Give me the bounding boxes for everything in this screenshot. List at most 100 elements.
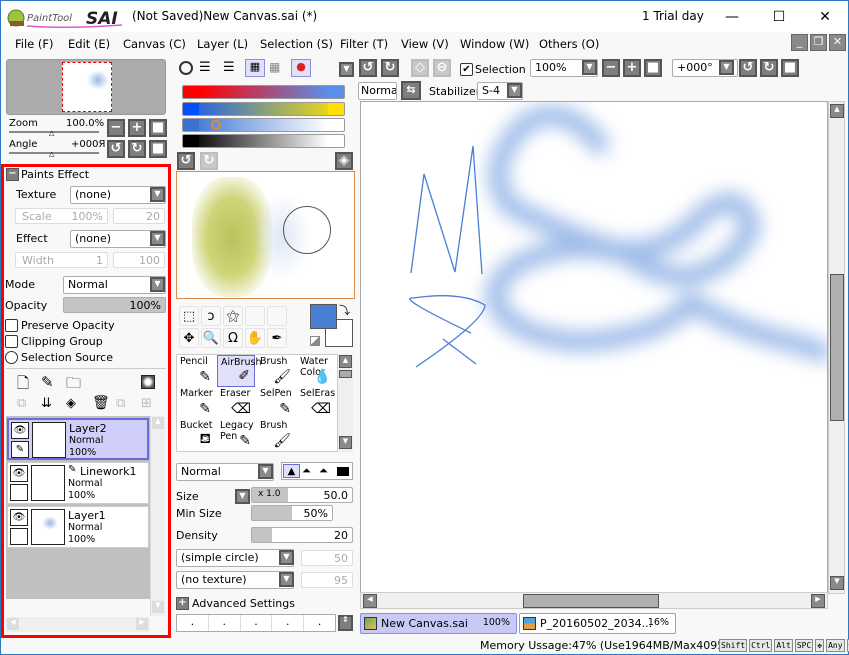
brush-preset[interactable]: . bbox=[241, 615, 273, 631]
transparent-color-icon[interactable] bbox=[310, 336, 320, 346]
rotate-reset-button[interactable]: ■ bbox=[149, 140, 167, 158]
move-tool[interactable]: ✥ bbox=[179, 328, 199, 348]
active-brush-icon[interactable]: ✎ bbox=[11, 441, 29, 458]
tool-scroll-up-button[interactable]: ▲ bbox=[339, 355, 352, 368]
tool-pencil[interactable]: Pencil ✎ bbox=[177, 355, 215, 387]
rotate-tool[interactable]: Ω bbox=[223, 328, 243, 348]
tool-brush[interactable]: Brush 🖌 bbox=[257, 419, 295, 451]
black-slider[interactable] bbox=[182, 134, 345, 148]
size-multiplier-dropdown-icon[interactable]: ▼ bbox=[235, 489, 250, 504]
doc-tab-photo[interactable]: P_20160502_2034... 16% bbox=[519, 613, 676, 634]
brush-edge-round-icon[interactable]: ⏶ bbox=[302, 464, 311, 478]
brush-preset[interactable]: . bbox=[272, 615, 305, 631]
scratchpad-canvas[interactable] bbox=[176, 171, 355, 299]
canvas-zoom-reset-button[interactable]: ■ bbox=[644, 59, 662, 77]
canvas-hscroll-thumb[interactable] bbox=[523, 594, 659, 608]
layer-mask-icon[interactable] bbox=[141, 375, 155, 389]
new-layer-icon[interactable]: 🗋 bbox=[17, 373, 29, 398]
canvas-rotate-reset-button[interactable]: ■ bbox=[781, 59, 799, 77]
new-folder-icon[interactable]: 🗀 bbox=[66, 373, 81, 398]
zoom-tool[interactable]: 🔍 bbox=[201, 328, 221, 348]
menu-edit[interactable]: Edit (E) bbox=[68, 37, 110, 51]
visibility-eye-icon[interactable]: 👁 bbox=[11, 422, 29, 439]
layer-item[interactable]: 👁 Linework1 Normal 100% ✎ bbox=[7, 462, 149, 504]
density-slider[interactable]: 20 bbox=[251, 527, 353, 543]
zoom-slider-thumb[interactable]: △ bbox=[49, 129, 54, 137]
menu-window[interactable]: Window (W) bbox=[460, 37, 529, 51]
layer-list-vscroll[interactable]: ▲ ▼ bbox=[150, 416, 165, 616]
menu-others[interactable]: Others (O) bbox=[539, 37, 599, 51]
canvas-scroll-left-button[interactable]: ◀ bbox=[363, 594, 377, 608]
layer-list-hscroll[interactable]: ◀ ▶ bbox=[6, 617, 150, 632]
brush-texture-dropdown-icon[interactable]: ▼ bbox=[279, 572, 294, 587]
swap-colors-icon[interactable]: ⤵ bbox=[339, 302, 350, 318]
canvas-hscroll[interactable]: ◀ ▶ bbox=[360, 592, 828, 609]
advanced-settings-expand-icon[interactable]: + bbox=[176, 597, 189, 610]
redo-button[interactable]: ↻ bbox=[381, 59, 399, 77]
canvas-rotate-right-button[interactable]: ↻ bbox=[760, 59, 778, 77]
scratchpad-clear-button[interactable]: ◈ bbox=[335, 152, 353, 170]
rgb-slider-mode-icon[interactable]: ☰ bbox=[199, 60, 211, 75]
close-button[interactable]: ✕ bbox=[802, 1, 848, 32]
layer-scroll-right-button[interactable]: ▶ bbox=[136, 618, 148, 630]
scratchpad-mode-icon[interactable]: ● bbox=[291, 59, 311, 77]
tool-grid-scrollbar[interactable]: ▲ ▼ bbox=[338, 354, 353, 452]
canvas-scroll-up-button[interactable]: ▲ bbox=[830, 104, 844, 118]
menu-file[interactable]: File (F) bbox=[15, 37, 54, 51]
blue-slider-thumb[interactable] bbox=[211, 120, 221, 130]
green-slider[interactable] bbox=[182, 102, 345, 116]
primary-color-swatch[interactable] bbox=[310, 304, 337, 329]
layer-item[interactable]: 👁 ✎ Layer2 Normal 100% bbox=[7, 418, 149, 460]
tool-legacy-pen[interactable]: Legacy Pen ✎ bbox=[217, 419, 255, 451]
stabilizer-dropdown-icon[interactable]: ▼ bbox=[507, 83, 522, 98]
mdi-close-button[interactable]: ✕ bbox=[829, 34, 846, 51]
magic-wand-tool[interactable]: ⚝ bbox=[223, 306, 243, 326]
collapse-paints-effect-button[interactable]: − bbox=[6, 168, 19, 181]
merge-down-icon[interactable]: ⇊ bbox=[41, 396, 52, 411]
menu-selection[interactable]: Selection (S) bbox=[260, 37, 333, 51]
brush-preset[interactable]: . bbox=[177, 615, 209, 631]
tool-marker[interactable]: Marker ✎ bbox=[177, 387, 215, 419]
blue-slider[interactable] bbox=[182, 118, 345, 132]
menu-canvas[interactable]: Canvas (C) bbox=[123, 37, 186, 51]
canvas-zoom-in-button[interactable]: + bbox=[623, 59, 641, 77]
tool-bucket[interactable]: Bucket ⛾ bbox=[177, 419, 215, 451]
menu-view[interactable]: View (V) bbox=[401, 37, 449, 51]
advanced-settings-label[interactable]: Advanced Settings bbox=[192, 597, 295, 610]
new-linework-layer-icon[interactable]: ✎ bbox=[41, 373, 54, 391]
lasso-select-tool[interactable]: ↄ bbox=[201, 306, 221, 326]
selection-source-radio[interactable] bbox=[5, 351, 18, 364]
menu-filter[interactable]: Filter (T) bbox=[340, 37, 388, 51]
canvas-scroll-down-button[interactable]: ▼ bbox=[830, 576, 844, 590]
canvas-zoom-dropdown-icon[interactable]: ▼ bbox=[582, 60, 597, 75]
delete-layer-icon[interactable]: 🗑 bbox=[92, 395, 110, 411]
selection-checkbox[interactable]: ✔ bbox=[460, 63, 473, 76]
brush-preset[interactable]: . bbox=[209, 615, 241, 631]
visibility-eye-icon[interactable]: 👁 bbox=[10, 465, 28, 482]
swatches-mode-icon[interactable]: ▦ bbox=[269, 60, 280, 74]
color-table-mode-icon[interactable]: ▦ bbox=[245, 59, 265, 77]
blend-mode-dropdown-icon[interactable]: ▼ bbox=[150, 277, 165, 292]
zoom-reset-button[interactable]: ■ bbox=[149, 119, 167, 137]
opacity-slider[interactable]: 100% bbox=[63, 297, 166, 313]
tool-selpen[interactable]: SelPen ✎ bbox=[257, 387, 295, 419]
layer-item[interactable]: 👁 Layer1 Normal 100% bbox=[7, 506, 149, 548]
tool-seleras[interactable]: SelEras ⌫ bbox=[297, 387, 335, 419]
layer-lock-toggle[interactable] bbox=[10, 528, 28, 545]
preserve-opacity-checkbox[interactable] bbox=[5, 319, 18, 332]
angle-slider-thumb[interactable]: △ bbox=[49, 150, 54, 158]
canvas-vscroll[interactable]: ▲ ▼ bbox=[828, 101, 845, 594]
min-size-slider[interactable]: 50% bbox=[251, 505, 333, 521]
minimize-button[interactable]: — bbox=[709, 1, 755, 32]
visibility-eye-icon[interactable]: 👁 bbox=[10, 509, 28, 526]
canvas-scroll-right-button[interactable]: ▶ bbox=[811, 594, 825, 608]
hsv-slider-mode-icon[interactable]: ☰ bbox=[223, 60, 235, 75]
canvas-angle-dropdown-icon[interactable]: ▼ bbox=[719, 60, 734, 75]
layer-scroll-left-button[interactable]: ◀ bbox=[7, 618, 19, 630]
menu-layer[interactable]: Layer (L) bbox=[197, 37, 248, 51]
brush-edge-flat-icon[interactable]: ⏶ bbox=[319, 464, 328, 478]
brush-edge-sharp-icon[interactable]: ▲ bbox=[283, 464, 300, 478]
maximize-button[interactable]: ☐ bbox=[756, 1, 802, 32]
brush-texture-select[interactable]: (no texture) bbox=[176, 571, 294, 589]
rotate-right-button[interactable]: ↻ bbox=[128, 140, 146, 158]
